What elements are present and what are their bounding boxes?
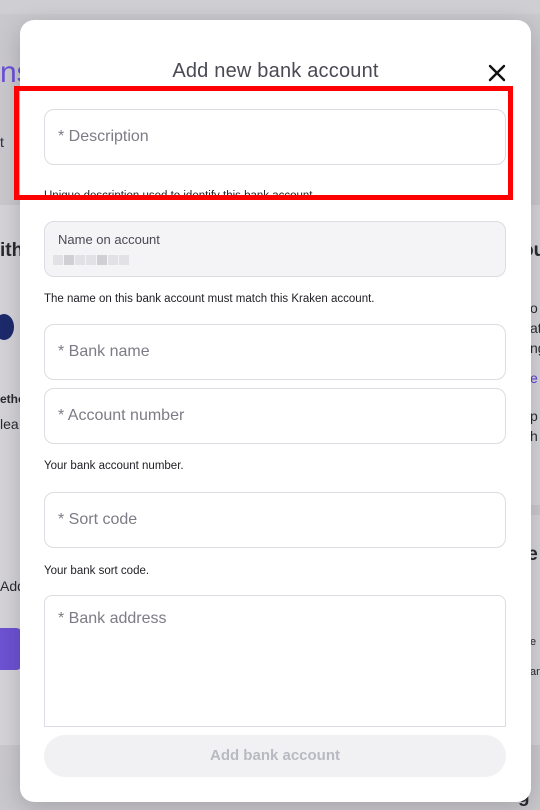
background-text: h: [530, 428, 538, 444]
sort-code-hint: Your bank sort code.: [44, 565, 150, 577]
bank-name-placeholder: * Bank name: [58, 343, 150, 360]
close-icon[interactable]: [486, 62, 510, 86]
name-on-account-field: Name on account: [44, 221, 506, 277]
description-hint: Unique description used to identify this…: [44, 190, 313, 198]
background-text: lea: [0, 416, 19, 432]
background-text: ng: [530, 340, 540, 356]
account-number-hint: Your bank account number.: [44, 460, 184, 472]
modal-title: Add new bank account: [172, 60, 379, 82]
description-placeholder: * Description: [58, 128, 149, 145]
bank-address-placeholder: * Bank address: [58, 610, 167, 627]
background-header: [0, 0, 540, 14]
background-text: o: [530, 300, 538, 316]
background-primary-button: [0, 628, 22, 670]
bank-name-field[interactable]: * Bank name: [44, 324, 506, 380]
add-bank-account-button[interactable]: Add bank account: [44, 735, 506, 777]
background-text: t: [0, 134, 4, 150]
description-field[interactable]: * Description: [44, 109, 506, 165]
add-bank-account-modal: Add new bank account * Description Uniqu…: [20, 20, 531, 802]
background-link: e: [530, 370, 538, 386]
sort-code-field[interactable]: * Sort code: [44, 492, 506, 548]
name-on-account-label: Name on account: [58, 232, 160, 247]
sort-code-placeholder: * Sort code: [58, 511, 138, 528]
background-text: at: [530, 320, 540, 336]
redacted-name-value: [53, 252, 133, 268]
account-number-placeholder: * Account number: [58, 407, 185, 424]
background-text: an: [530, 666, 540, 678]
bank-address-textarea[interactable]: * Bank address: [44, 595, 506, 727]
account-number-field[interactable]: * Account number: [44, 388, 506, 444]
name-on-account-hint: The name on this bank account must match…: [44, 293, 375, 305]
background-text: p: [530, 408, 538, 424]
